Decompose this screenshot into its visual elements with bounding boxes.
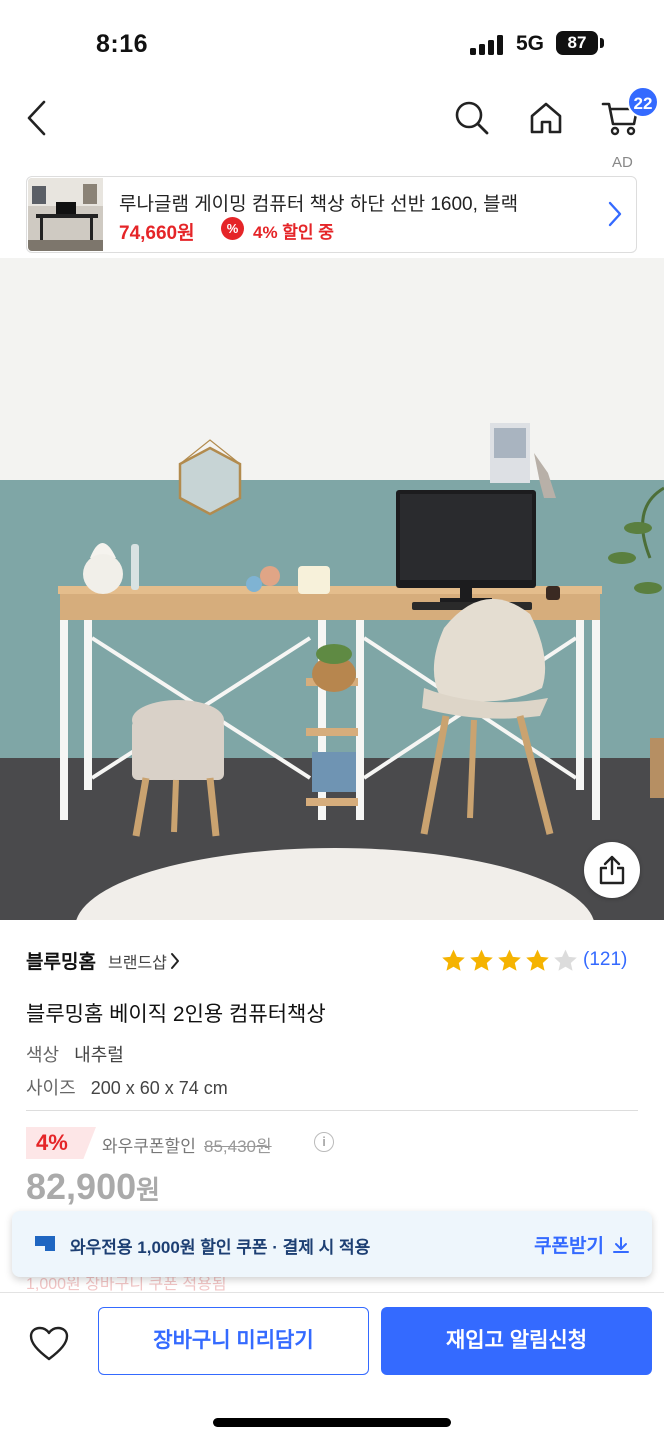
rating-stars[interactable]	[440, 948, 579, 974]
brand-name[interactable]: 블루밍홈	[26, 947, 96, 974]
brand-shop-label: 브랜드샵	[108, 955, 167, 972]
get-coupon-button[interactable]: 쿠폰받기	[534, 1231, 630, 1258]
search-button[interactable]	[444, 88, 500, 148]
cart-count-badge: 22	[627, 86, 659, 118]
product-title: 블루밍홈 베이직 2인용 컴퓨터책상	[26, 1003, 326, 1026]
home-icon	[530, 102, 562, 134]
star-icon	[498, 949, 521, 971]
coupon-banner-text: 와우전용 1,000원 할인 쿠폰 · 결제 시 적용	[70, 1238, 371, 1257]
sale-price: 82,900원	[26, 1166, 160, 1208]
info-icon[interactable]: i	[314, 1132, 334, 1152]
restock-alert-button[interactable]: 재입고 알림신청	[381, 1307, 652, 1375]
chevron-right-icon	[170, 953, 179, 969]
original-price: 85,430원	[204, 1137, 272, 1156]
bottom-action-bar: 장바구니 미리담기 재입고 알림신청	[0, 1292, 664, 1440]
discount-percent-icon: %	[221, 217, 244, 240]
divider	[26, 1110, 638, 1111]
color-label: 색상	[26, 1045, 60, 1065]
back-button[interactable]	[8, 88, 64, 148]
wow-coupon-banner[interactable]: 와우전용 1,000원 할인 쿠폰 · 결제 시 적용 쿠폰받기	[12, 1211, 652, 1277]
color-value: 내추럴	[74, 1045, 124, 1065]
ad-label: AD	[612, 154, 633, 171]
network-type: 5G	[516, 32, 545, 55]
share-icon	[599, 855, 625, 885]
star-icon	[442, 949, 465, 971]
heart-icon	[29, 1326, 69, 1361]
ad-product-title: 루나글램 게이밍 컴퓨터 책상 하단 선반 1600, 블랙	[119, 194, 519, 215]
signal-icon	[470, 35, 503, 55]
product-main-image[interactable]	[0, 258, 664, 920]
top-nav	[0, 88, 664, 152]
sale-price-value: 82,900	[26, 1166, 137, 1207]
back-icon	[27, 100, 46, 136]
ad-product-card[interactable]: 루나글램 게이밍 컴퓨터 책상 하단 선반 1600, 블랙 74,660원 %…	[26, 176, 637, 253]
discount-rate-badge: 4%	[26, 1127, 96, 1159]
brand-shop-link[interactable]: 브랜드샵	[108, 949, 180, 973]
ad-product-thumbnail	[28, 178, 103, 251]
battery-cap	[600, 38, 604, 48]
review-count[interactable]: (121)	[583, 949, 627, 971]
color-option: 색상 내추럴	[26, 1041, 124, 1067]
status-bar: 8:16 5G 87	[0, 0, 664, 88]
home-button[interactable]	[518, 88, 574, 148]
price-unit: 원	[136, 1175, 161, 1205]
wishlist-button[interactable]	[26, 1322, 72, 1366]
product-photo	[0, 258, 664, 920]
star-icon	[554, 949, 577, 971]
coupon-discount-label: 와우쿠폰할인	[102, 1137, 196, 1156]
battery-icon: 87	[556, 31, 598, 55]
size-value: 200 x 60 x 74 cm	[90, 1078, 228, 1098]
status-time: 8:16	[96, 30, 149, 58]
share-button[interactable]	[584, 842, 640, 898]
size-label: 사이즈	[26, 1078, 76, 1098]
download-icon	[613, 1236, 629, 1253]
get-coupon-label: 쿠폰받기	[534, 1236, 604, 1257]
star-icon	[526, 949, 549, 971]
ad-product-price: 74,660원	[119, 223, 195, 244]
search-icon	[455, 101, 489, 135]
home-indicator	[213, 1418, 451, 1427]
star-icon	[470, 949, 493, 971]
add-to-cart-button[interactable]: 장바구니 미리담기	[98, 1307, 369, 1375]
chevron-right-icon	[608, 201, 622, 227]
ad-discount-text: 4% 할인 중	[253, 223, 334, 242]
coupon-icon	[35, 1236, 55, 1251]
size-option: 사이즈 200 x 60 x 74 cm	[26, 1074, 228, 1100]
